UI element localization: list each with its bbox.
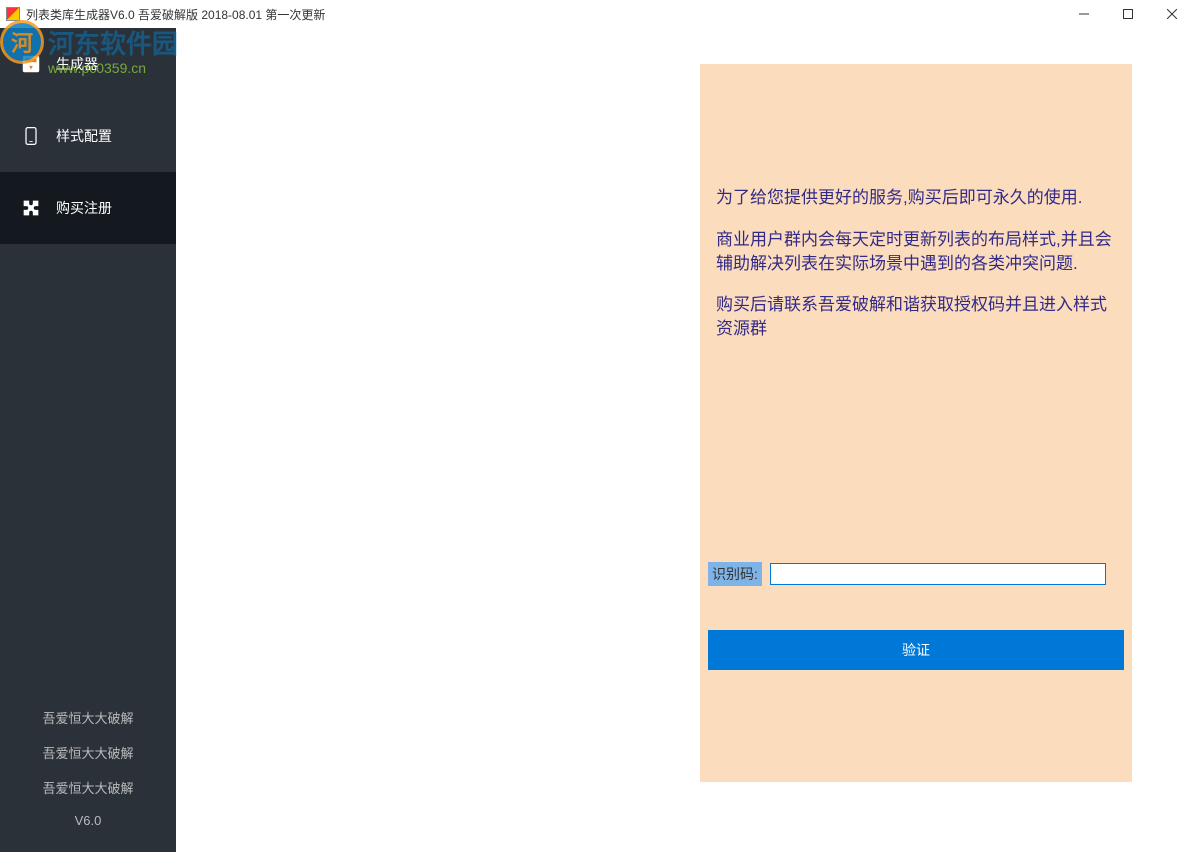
window-title: 列表类库生成器V6.0 吾爱破解版 2018-08.01 第一次更新: [26, 6, 325, 23]
style-icon: [20, 125, 42, 147]
verify-button[interactable]: 验证: [708, 630, 1124, 670]
close-button[interactable]: [1150, 0, 1194, 28]
generator-icon: [20, 53, 42, 75]
maximize-button[interactable]: [1106, 0, 1150, 28]
sidebar-item-label: 生成器: [56, 54, 98, 74]
panel-paragraph-3: 购买后请联系吾爱破解和谐获取授权码并且进入样式资源群: [716, 293, 1116, 341]
footer-credit-3: 吾爱恒大大破解: [0, 770, 176, 805]
sidebar-item-purchase[interactable]: 购买注册: [0, 172, 176, 244]
panel-paragraph-1: 为了给您提供更好的服务,购买后即可永久的使用.: [716, 186, 1116, 210]
verify-button-label: 验证: [902, 640, 930, 660]
panel-description: 为了给您提供更好的服务,购买后即可永久的使用. 商业用户群内会每天定时更新列表的…: [700, 64, 1132, 341]
main-content: 为了给您提供更好的服务,购买后即可永久的使用. 商业用户群内会每天定时更新列表的…: [176, 28, 1194, 852]
sidebar-item-style[interactable]: 样式配置: [0, 100, 176, 172]
sidebar-item-label: 购买注册: [56, 198, 112, 218]
sidebar: 生成器 样式配置 购买注册 吾爱恒大大破解 吾爱恒大大破解 吾爱恒大大破解 V6…: [0, 28, 176, 852]
sidebar-item-label: 样式配置: [56, 126, 112, 146]
id-code-row: 识别码:: [700, 562, 1132, 586]
id-code-input[interactable]: [770, 563, 1106, 585]
id-code-label: 识别码:: [708, 562, 762, 586]
footer-version: V6.0: [0, 805, 176, 836]
purchase-panel: 为了给您提供更好的服务,购买后即可永久的使用. 商业用户群内会每天定时更新列表的…: [700, 64, 1132, 782]
footer-credit-1: 吾爱恒大大破解: [0, 700, 176, 735]
app-icon: [6, 7, 20, 21]
puzzle-icon: [20, 197, 42, 219]
footer-credit-2: 吾爱恒大大破解: [0, 735, 176, 770]
sidebar-item-generator[interactable]: 生成器: [0, 28, 176, 100]
titlebar: 列表类库生成器V6.0 吾爱破解版 2018-08.01 第一次更新: [0, 0, 1194, 28]
panel-paragraph-2: 商业用户群内会每天定时更新列表的布局样式,并且会辅助解决列表在实际场景中遇到的各…: [716, 228, 1116, 276]
minimize-button[interactable]: [1062, 0, 1106, 28]
sidebar-footer: 吾爱恒大大破解 吾爱恒大大破解 吾爱恒大大破解 V6.0: [0, 700, 176, 852]
window-controls: [1062, 0, 1194, 28]
